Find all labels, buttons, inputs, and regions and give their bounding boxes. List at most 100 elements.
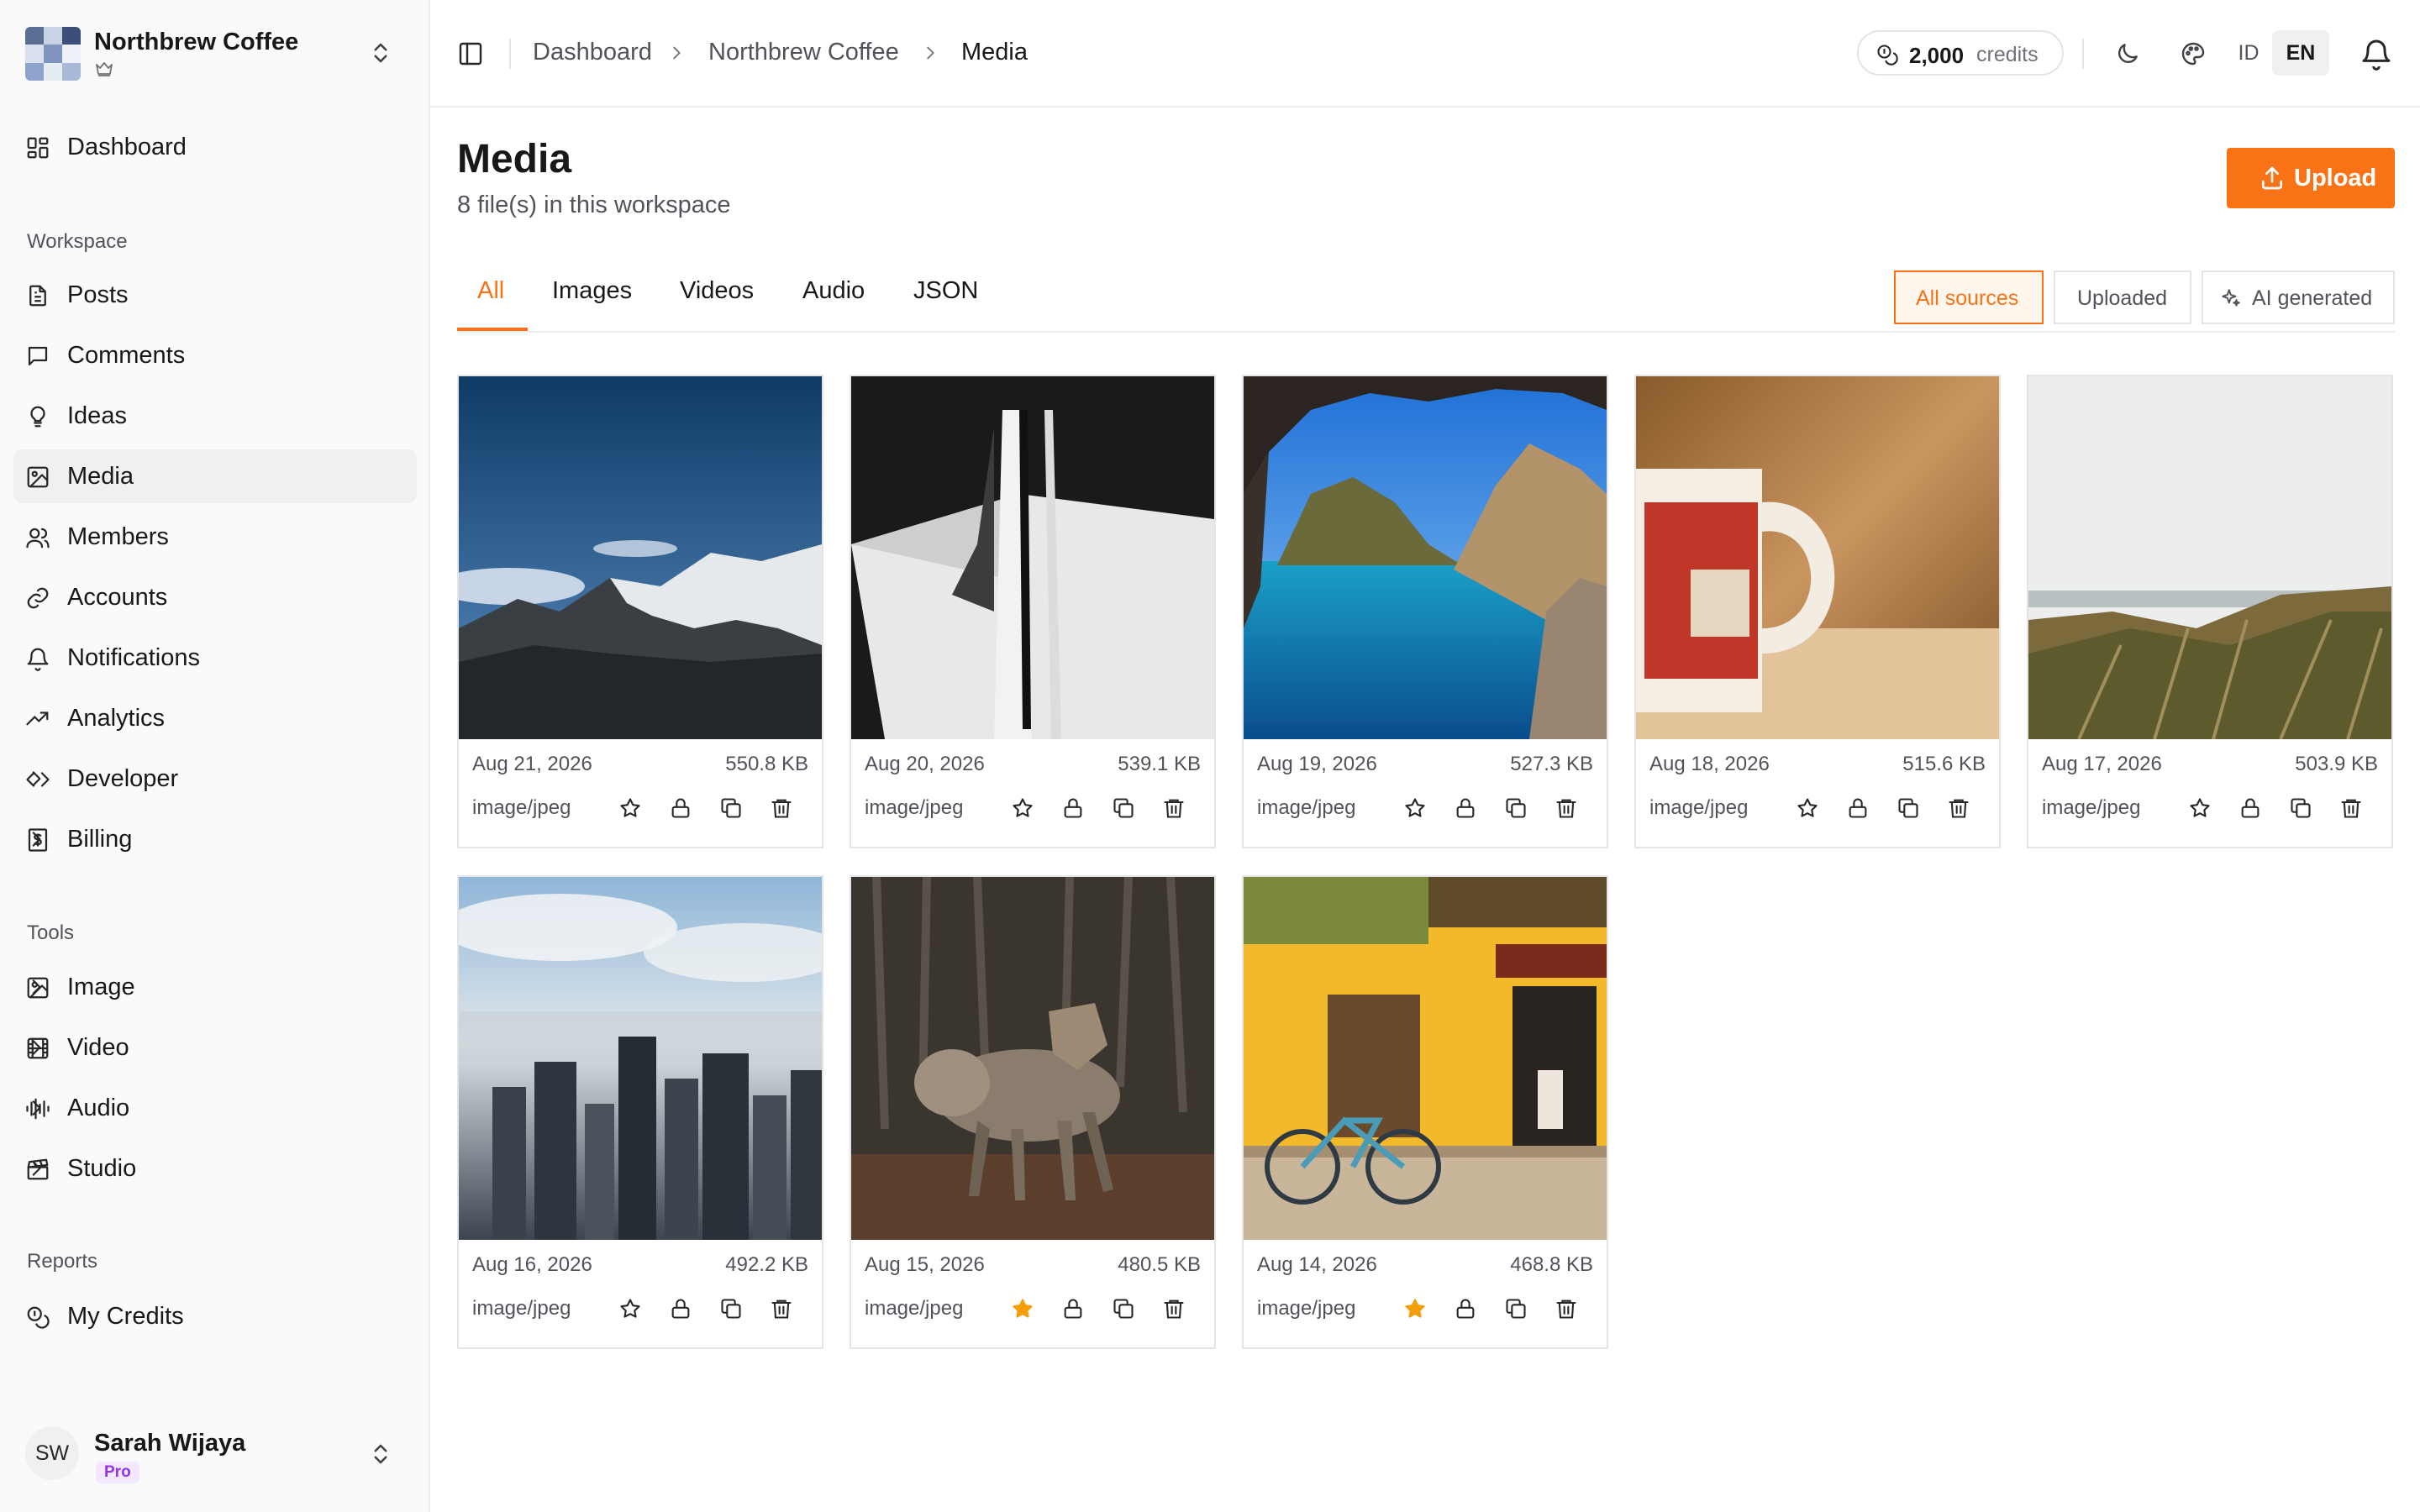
sidebar-item-analytics[interactable]: Analytics	[13, 691, 417, 745]
lock-icon[interactable]	[669, 796, 692, 820]
media-thumbnail[interactable]	[459, 376, 822, 739]
trash-icon[interactable]	[2339, 796, 2363, 820]
user-menu[interactable]: SW Sarah Wijaya Pro	[25, 1420, 403, 1487]
copy-icon[interactable]	[719, 1297, 743, 1320]
lock-icon[interactable]	[1846, 796, 1870, 820]
media-card[interactable]: Aug 17, 2026 503.9 KB image/jpeg	[2027, 375, 2393, 848]
media-thumbnail[interactable]	[1244, 877, 1607, 1240]
trash-icon[interactable]	[1555, 1297, 1578, 1320]
sidebar-item-dashboard[interactable]: Dashboard	[13, 120, 417, 174]
media-date: Aug 18, 2026	[1649, 753, 1770, 775]
lock-icon[interactable]	[1061, 796, 1085, 820]
filter-label: Uploaded	[2077, 286, 2168, 310]
sidebar-item-studio[interactable]: Studio	[13, 1142, 417, 1195]
sidebar-item-label: Billing	[67, 826, 133, 853]
copy-icon[interactable]	[1112, 1297, 1135, 1320]
star-icon[interactable]	[1403, 796, 1427, 820]
tab-videos[interactable]: Videos	[680, 277, 754, 305]
tab-audio[interactable]: Audio	[802, 277, 865, 305]
copy-icon[interactable]	[2289, 796, 2312, 820]
trash-icon[interactable]	[1162, 796, 1186, 820]
sidebar-item-media[interactable]: Media	[13, 449, 417, 503]
media-size: 527.3 KB	[1510, 753, 1593, 775]
lock-icon[interactable]	[1454, 1297, 1477, 1320]
star-icon[interactable]	[618, 796, 642, 820]
copy-icon[interactable]	[1897, 796, 1920, 820]
credits-amount: 2,000	[1909, 43, 1965, 68]
media-thumbnail[interactable]	[2028, 376, 2391, 739]
media-thumbnail[interactable]	[459, 877, 822, 1240]
filter-ai-generated[interactable]: AI generated	[2202, 270, 2395, 324]
media-thumbnail[interactable]	[851, 877, 1214, 1240]
media-card[interactable]: Aug 16, 2026 492.2 KB image/jpeg	[457, 875, 823, 1349]
media-card[interactable]: Aug 18, 2026 515.6 KB image/jpeg	[1634, 375, 2001, 848]
tab-json[interactable]: JSON	[913, 277, 978, 305]
breadcrumb-workspace[interactable]: Northbrew Coffee	[708, 39, 899, 66]
lock-icon[interactable]	[2238, 796, 2262, 820]
trash-icon[interactable]	[1162, 1297, 1186, 1320]
sidebar-item-notifications[interactable]: Notifications	[13, 631, 417, 685]
star-icon[interactable]	[1403, 1297, 1427, 1320]
palette-icon[interactable]	[2180, 40, 2207, 67]
lock-icon[interactable]	[1061, 1297, 1085, 1320]
sidebar-item-my-credits[interactable]: My Credits	[13, 1289, 417, 1343]
breadcrumb-current: Media	[961, 39, 1028, 66]
moon-icon[interactable]	[2114, 40, 2141, 67]
sidebar-item-image[interactable]: Image	[13, 960, 417, 1014]
media-size: 539.1 KB	[1118, 753, 1201, 775]
tab-images[interactable]: Images	[552, 277, 632, 305]
media-date: Aug 16, 2026	[472, 1253, 592, 1276]
trash-icon[interactable]	[770, 1297, 793, 1320]
copy-icon[interactable]	[1112, 796, 1135, 820]
copy-icon[interactable]	[719, 796, 743, 820]
credits-badge[interactable]: 2,000 credits	[1857, 30, 2064, 76]
credits-label: credits	[1976, 43, 2039, 66]
star-icon[interactable]	[2188, 796, 2212, 820]
workspace-switcher[interactable]: Northbrew Coffee	[25, 25, 403, 82]
filter-all-sources[interactable]: All sources	[1894, 270, 2044, 324]
media-thumbnail[interactable]	[1636, 376, 1999, 739]
star-icon[interactable]	[618, 1297, 642, 1320]
sidebar-item-accounts[interactable]: Accounts	[13, 570, 417, 624]
breadcrumb-dashboard[interactable]: Dashboard	[533, 39, 652, 66]
sidebar-item-billing[interactable]: Billing	[13, 812, 417, 866]
lock-icon[interactable]	[1454, 796, 1477, 820]
sidebar-item-video[interactable]: Video	[13, 1021, 417, 1074]
copy-icon[interactable]	[1504, 796, 1528, 820]
bell-icon[interactable]	[2360, 37, 2393, 71]
media-card[interactable]: Aug 15, 2026 480.5 KB image/jpeg	[850, 875, 1216, 1349]
media-thumbnail[interactable]	[1244, 376, 1607, 739]
trash-icon[interactable]	[770, 796, 793, 820]
sidebar-item-comments[interactable]: Comments	[13, 328, 417, 382]
sidebar-item-ideas[interactable]: Ideas	[13, 389, 417, 443]
upload-button[interactable]: Upload	[2227, 148, 2395, 208]
sidebar-item-posts[interactable]: Posts	[13, 268, 417, 322]
star-icon[interactable]	[1796, 796, 1819, 820]
sidebar: Northbrew Coffee Dashboard Workspace Pos…	[0, 0, 430, 1512]
media-card[interactable]: Aug 14, 2026 468.8 KB image/jpeg	[1242, 875, 1608, 1349]
panel-left-icon[interactable]	[457, 40, 484, 67]
active-tab-indicator	[457, 328, 528, 331]
filter-uploaded[interactable]: Uploaded	[2054, 270, 2191, 324]
trash-icon[interactable]	[1947, 796, 1970, 820]
media-date: Aug 14, 2026	[1257, 1253, 1377, 1276]
sidebar-item-developer[interactable]: Developer	[13, 752, 417, 806]
media-thumbnail[interactable]	[851, 376, 1214, 739]
language-en-button[interactable]: EN	[2272, 30, 2329, 76]
sidebar-item-members[interactable]: Members	[13, 510, 417, 564]
lock-icon[interactable]	[669, 1297, 692, 1320]
copy-icon[interactable]	[1504, 1297, 1528, 1320]
media-type: image/jpeg	[865, 1297, 964, 1320]
media-card[interactable]: Aug 20, 2026 539.1 KB image/jpeg	[850, 375, 1216, 848]
language-id-button[interactable]: ID	[2227, 30, 2270, 76]
star-icon[interactable]	[1011, 1297, 1034, 1320]
media-type: image/jpeg	[1649, 796, 1749, 819]
sidebar-item-label: Audio	[67, 1095, 130, 1121]
media-card[interactable]: Aug 21, 2026 550.8 KB image/jpeg	[457, 375, 823, 848]
sidebar-item-audio[interactable]: Audio	[13, 1081, 417, 1135]
tab-all[interactable]: All	[477, 277, 504, 305]
media-card[interactable]: Aug 19, 2026 527.3 KB image/jpeg	[1242, 375, 1608, 848]
section-label-tools: Tools	[27, 921, 75, 944]
star-icon[interactable]	[1011, 796, 1034, 820]
trash-icon[interactable]	[1555, 796, 1578, 820]
